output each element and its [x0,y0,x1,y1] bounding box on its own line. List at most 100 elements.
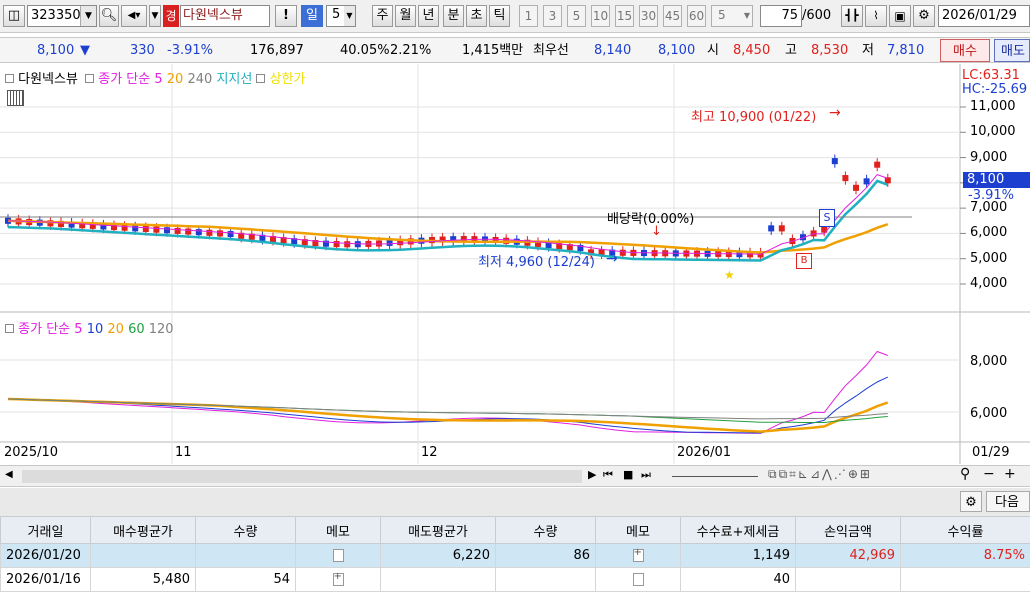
period-second-button[interactable]: 초 [466,5,487,27]
buy-signal-marker[interactable]: B [796,253,812,269]
stock-name[interactable]: 다원넥스뷰 [180,5,270,27]
lower-ma20-line [7,397,889,433]
date-label-01-29: 01/29 [972,445,1010,460]
chevron-down-icon[interactable]: ▼ [80,6,96,26]
legend-ma240: 240 [187,72,213,87]
alert-button[interactable]: ! [275,5,297,27]
period-day-button[interactable]: 일 [301,5,323,27]
zoom-icon[interactable]: ⚲ [960,466,970,482]
stop-icon[interactable]: ■ [623,468,633,481]
candle-body [153,226,160,233]
memo-icon[interactable] [632,573,644,586]
col-sell-qty[interactable]: 수량 [495,516,596,544]
sell-button[interactable]: 매도 [994,39,1030,62]
zoom-out-icon[interactable]: − [983,466,995,482]
buy-button[interactable]: 매수 [940,39,990,62]
gear-icon[interactable]: ⚙ [913,5,935,27]
minute-select[interactable]: 5 ▼ [711,5,753,27]
line-chart-icon[interactable]: ⌇ [865,5,887,27]
minute-30-button[interactable]: 30 [639,5,658,27]
memo-add-icon[interactable] [332,571,344,586]
stock-code-input[interactable]: 323350 ▼ [27,5,97,27]
price-tick-label: 4,000 [970,276,1008,291]
col-return[interactable]: 수익률 [900,516,1030,544]
count-input[interactable]: 75 [760,5,802,27]
minute-60-button[interactable]: 60 [687,5,706,27]
cell-sell-avg: 6,220 [380,543,496,568]
speaker-icon[interactable]: ◀▾ [121,5,147,27]
period-month-button[interactable]: 월 [395,5,416,27]
day-count-select[interactable]: 5 ▼ [326,5,356,27]
date-input[interactable]: 2026/01/29 [938,5,1030,27]
fast-forward-icon[interactable]: ⏭ [641,468,651,482]
candle-body [333,241,340,248]
zoom-slider[interactable] [672,476,758,477]
status-badge: 경 [163,5,179,27]
cell-buy-memo[interactable] [295,567,381,592]
candle-body [619,249,626,256]
period-year-button[interactable]: 년 [418,5,439,27]
save-icon[interactable]: ▣ [889,5,911,27]
lower-ma10-line [7,376,889,434]
sell-signal-marker[interactable]: S [819,209,835,227]
cell-buy-avg: 5,480 [90,567,196,592]
minute-15-button[interactable]: 15 [615,5,634,27]
col-sell-avg[interactable]: 매도평균가 [380,516,496,544]
scroll-track[interactable] [22,470,582,483]
minute-5-button[interactable]: 5 [567,5,586,27]
period-tick-button[interactable]: 틱 [489,5,510,27]
table-header: 거래일 매수평균가 수량 메모 매도평균가 수량 메모 수수료+제세금 손익금액… [0,516,1030,544]
layout-icon[interactable]: ◫ [3,5,25,27]
chevron-down-icon[interactable]: ▼ [344,6,355,26]
table-row[interactable]: 2026/01/16 5,480 54 40 [0,567,1030,592]
arrow-right-icon: → [829,105,841,121]
table-row[interactable]: 2026/01/20 6,220 86 1,149 42,969 8.75% [0,543,1030,568]
period-minute-button[interactable]: 분 [443,5,464,27]
minute-45-button[interactable]: 45 [663,5,682,27]
chart-legend: 다원넥스뷰 종가 단순 5 20 240 지지선 상한가 [5,68,306,87]
col-buy-memo[interactable]: 메모 [295,516,381,544]
cell-sell-memo[interactable] [595,567,681,592]
col-buy-qty[interactable]: 수량 [195,516,296,544]
period-week-button[interactable]: 주 [372,5,393,27]
volume: 176,897 [250,43,304,58]
hc-value: HC:-25.69 [962,82,1028,97]
table-icon[interactable] [7,90,24,106]
minute-1-button[interactable]: 1 [519,5,538,27]
zoom-in-icon[interactable]: + [1004,466,1016,482]
col-sell-memo[interactable]: 메모 [595,516,681,544]
low-price: 7,810 [887,43,925,58]
chart-scrollbar[interactable]: ◀ ▶ ⏮ ■ ⏭ ⧉⧉⌗⊾⊿⋀⋰⊕⊞ ⚲ − + [0,465,1030,487]
high-price: 8,530 [811,43,849,58]
col-pnl[interactable]: 손익금액 [795,516,901,544]
legend-square-icon [256,74,266,83]
cell-sell-memo[interactable] [595,543,681,568]
minute-3-button[interactable]: 3 [543,5,562,27]
candle-icon[interactable]: ┫┣ [841,5,863,27]
cell-buy-memo[interactable] [295,543,381,568]
chevron-down-icon[interactable]: ▼ [149,5,161,27]
col-buy-avg[interactable]: 매수평균가 [90,516,196,544]
open-label: 시 [707,43,719,58]
stock-code: 323350 [31,8,81,23]
down-arrow-icon: ▼ [80,43,90,58]
price-tick-label: 9,000 [970,149,1008,165]
search-icon[interactable]: 🔍︎ [99,5,119,27]
scroll-left-icon[interactable]: ◀ [5,469,13,480]
price-tick-label: 5,000 [970,250,1008,266]
chevron-down-icon[interactable]: ▼ [744,6,750,26]
gear-icon[interactable]: ⚙ [960,491,982,512]
legend-ma5: 5 [154,72,163,87]
memo-add-icon[interactable] [632,547,644,562]
play-icon[interactable]: ▶ [588,468,596,481]
minute-10-button[interactable]: 10 [591,5,610,27]
low-label: 저 [862,43,874,58]
current-pct-tag: -3.91% [968,188,1014,203]
rewind-icon[interactable]: ⏮ [603,468,613,482]
col-trade-date[interactable]: 거래일 [0,516,91,544]
col-fees[interactable]: 수수료+제세금 [680,516,796,544]
memo-icon[interactable] [332,549,344,562]
next-button[interactable]: 다음 [986,491,1030,512]
drawing-tools-icon[interactable]: ⧉⧉⌗⊾⊿⋀⋰⊕⊞ [768,467,872,482]
arrow-down-icon: ↓ [651,224,662,239]
